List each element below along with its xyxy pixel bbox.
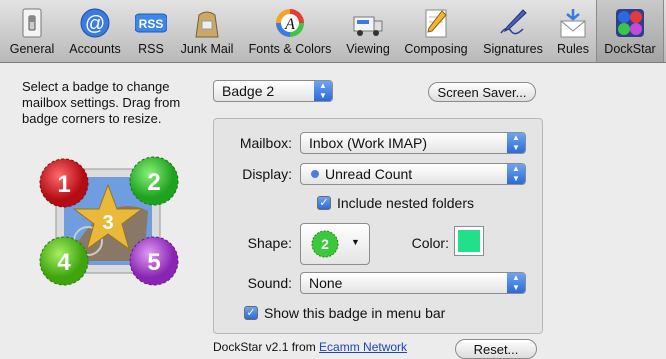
svg-text:2: 2 — [147, 169, 160, 196]
badge-preview: 3 1 2 4 5 — [39, 156, 179, 286]
color-well[interactable] — [454, 226, 484, 256]
dropdown-triangle-icon: ▼ — [351, 237, 360, 247]
toolbar-item-accounts[interactable]: @ Accounts — [62, 0, 128, 62]
instructions-text: Select a badge to change mailbox setting… — [22, 79, 181, 126]
preferences-toolbar: General @ Accounts RSS RSS Junk Mail A F… — [0, 0, 666, 63]
toolbar-item-dockstar[interactable]: DockStar — [596, 0, 664, 62]
svg-text:3: 3 — [102, 212, 113, 234]
toolbar-item-rss[interactable]: RSS RSS — [132, 0, 170, 62]
updown-arrows-icon: ▲ ▼ — [507, 164, 525, 184]
display-select-value: Unread Count — [325, 166, 413, 182]
sound-select[interactable]: None ▲ ▼ — [300, 272, 526, 294]
sound-label: Sound: — [247, 275, 292, 291]
mailbox-select-value: Inbox (Work IMAP) — [309, 135, 427, 151]
light-switch-icon — [22, 8, 42, 38]
show-in-menu-checkbox[interactable]: ✓ — [244, 306, 258, 320]
display-label: Display: — [242, 166, 292, 182]
toolbar-item-viewing[interactable]: Viewing — [340, 0, 396, 62]
badge-settings-group: Mailbox: Inbox (Work IMAP) ▲ ▼ Display: U… — [213, 118, 543, 334]
toolbar-label-junk-mail: Junk Mail — [180, 42, 234, 56]
badge-2[interactable]: 2 — [129, 156, 179, 206]
rss-badge-icon: RSS — [135, 13, 167, 33]
badge-select[interactable]: Badge 2 ▲ ▼ — [213, 80, 333, 102]
display-select[interactable]: Unread Count ▲ ▼ — [300, 163, 526, 185]
shape-badge-preview: 2 — [311, 230, 339, 258]
svg-text:5: 5 — [147, 249, 160, 276]
toolbar-label-rss: RSS — [138, 42, 164, 56]
toolbar-label-composing: Composing — [404, 42, 468, 56]
ecamm-network-link[interactable]: Ecamm Network — [319, 340, 407, 354]
toolbar-label-viewing: Viewing — [346, 42, 390, 56]
dockstar-pane: Select a badge to change mailbox setting… — [0, 63, 666, 359]
svg-text:@: @ — [85, 13, 105, 35]
mailbox-select[interactable]: Inbox (Work IMAP) ▲ ▼ — [300, 132, 526, 154]
updown-arrows-icon: ▲ ▼ — [507, 273, 525, 293]
footer-prefix: DockStar v2.1 from — [213, 340, 320, 354]
svg-text:RSS: RSS — [139, 17, 164, 31]
toolbar-label-general: General — [9, 42, 55, 56]
junk-mail-bag-icon — [195, 11, 219, 38]
shape-label: Shape: — [247, 235, 292, 251]
show-in-menu-label: Show this badge in menu bar — [264, 305, 446, 321]
pencil-paper-icon — [425, 9, 447, 38]
badge-select-value: Badge 2 — [222, 83, 275, 99]
toolbar-item-junk-mail[interactable]: Junk Mail — [174, 0, 240, 62]
updown-arrows-icon: ▲ ▼ — [314, 81, 332, 101]
shape-select[interactable]: 2 ▼ — [300, 223, 370, 265]
toolbar-label-rules: Rules — [557, 42, 589, 56]
footer-text: DockStar v2.1 from Ecamm Network — [213, 340, 407, 354]
include-nested-label: Include nested folders — [337, 195, 474, 211]
toolbar-item-general[interactable]: General — [4, 0, 60, 62]
toolbar-item-rules[interactable]: Rules — [552, 0, 594, 62]
toolbar-label-accounts: Accounts — [69, 42, 121, 56]
toolbar-item-signatures[interactable]: Signatures — [476, 0, 550, 62]
at-sign-icon: @ — [80, 8, 110, 38]
updown-arrows-icon: ▲ ▼ — [507, 133, 525, 153]
toolbar-label-fonts-colors: Fonts & Colors — [248, 42, 332, 56]
color-label: Color: — [411, 235, 449, 251]
mail-truck-icon — [353, 16, 383, 36]
badge-1[interactable]: 1 — [39, 158, 89, 208]
toolbar-item-fonts-colors[interactable]: A Fonts & Colors — [244, 0, 336, 62]
toolbar-item-composing[interactable]: Composing — [400, 0, 472, 62]
reset-button[interactable]: Reset... — [455, 339, 537, 359]
rules-envelope-icon — [560, 9, 586, 38]
svg-text:4: 4 — [57, 249, 71, 276]
toolbar-label-signatures: Signatures — [483, 42, 543, 56]
color-swatch — [458, 230, 480, 252]
sound-select-value: None — [309, 275, 343, 291]
mailbox-label: Mailbox: — [239, 135, 292, 151]
pen-signature-icon — [500, 9, 527, 35]
svg-text:A: A — [284, 16, 295, 33]
svg-text:2: 2 — [321, 236, 329, 252]
badge-5[interactable]: 5 — [129, 236, 179, 286]
dockstar-badges-icon — [616, 9, 644, 37]
include-nested-checkbox[interactable]: ✓ — [317, 196, 331, 210]
toolbar-label-dockstar: DockStar — [604, 42, 656, 56]
blue-dot-icon — [311, 170, 319, 178]
screen-saver-button[interactable]: Screen Saver... — [428, 82, 536, 102]
color-wheel-font-icon: A — [276, 9, 304, 37]
badge-4[interactable]: 4 — [39, 236, 89, 286]
svg-text:1: 1 — [57, 171, 70, 198]
